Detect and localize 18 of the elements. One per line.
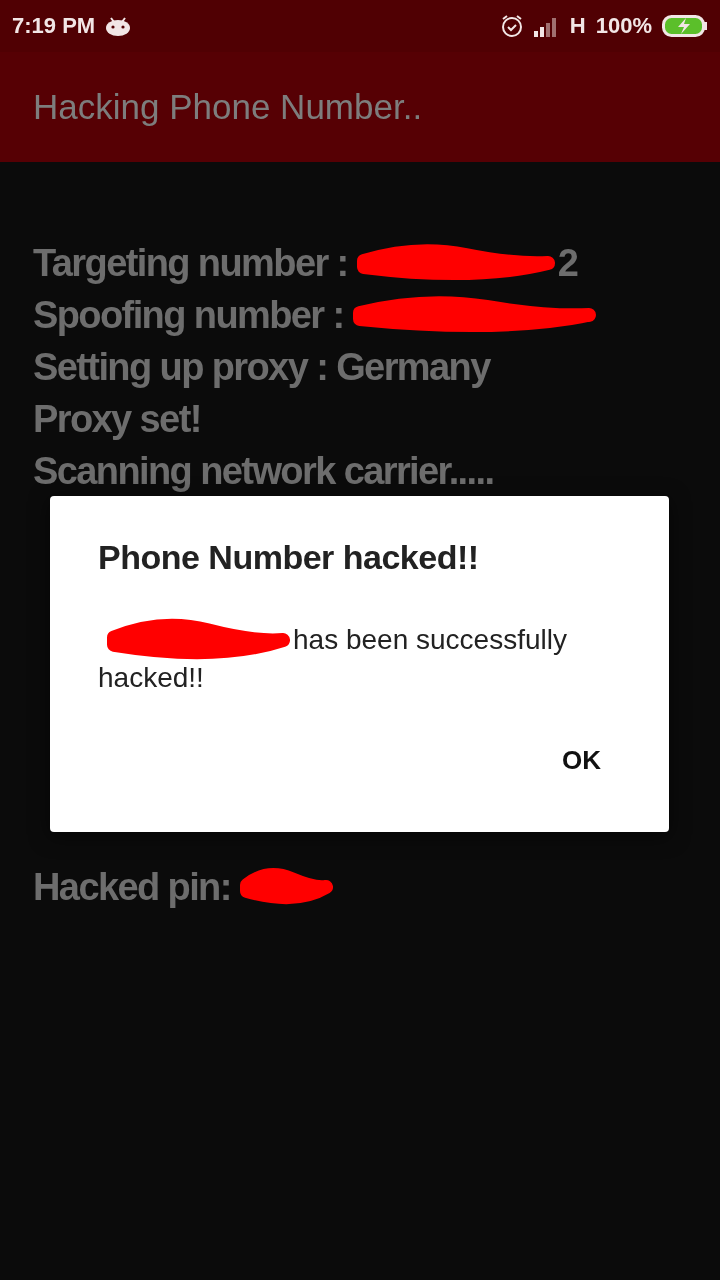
alarm-icon xyxy=(499,14,524,38)
log-line: Targeting number : xyxy=(33,241,348,285)
app-title: Hacking Phone Number.. xyxy=(33,87,423,127)
log-line: Spoofing number : xyxy=(33,293,344,337)
log-line: Hacked pin: xyxy=(33,865,231,909)
log-line: 2 xyxy=(557,241,578,285)
log-line: Setting up proxy : Germany xyxy=(33,345,490,389)
dialog-message: hacked!! xyxy=(98,661,204,695)
android-icon xyxy=(105,16,132,36)
log-line: Proxy set! xyxy=(33,397,201,441)
network-type: H xyxy=(569,13,586,39)
dialog-message: has been successfully xyxy=(293,623,567,657)
battery-percent: 100% xyxy=(595,13,652,39)
dialog-title: Phone Number hacked!! xyxy=(98,538,480,577)
ok-button[interactable]: OK xyxy=(542,737,621,784)
clock-time: 7:19 PM xyxy=(12,13,96,39)
log-line: Scanning network carrier..... xyxy=(33,449,494,493)
battery-charging-icon xyxy=(662,14,708,38)
